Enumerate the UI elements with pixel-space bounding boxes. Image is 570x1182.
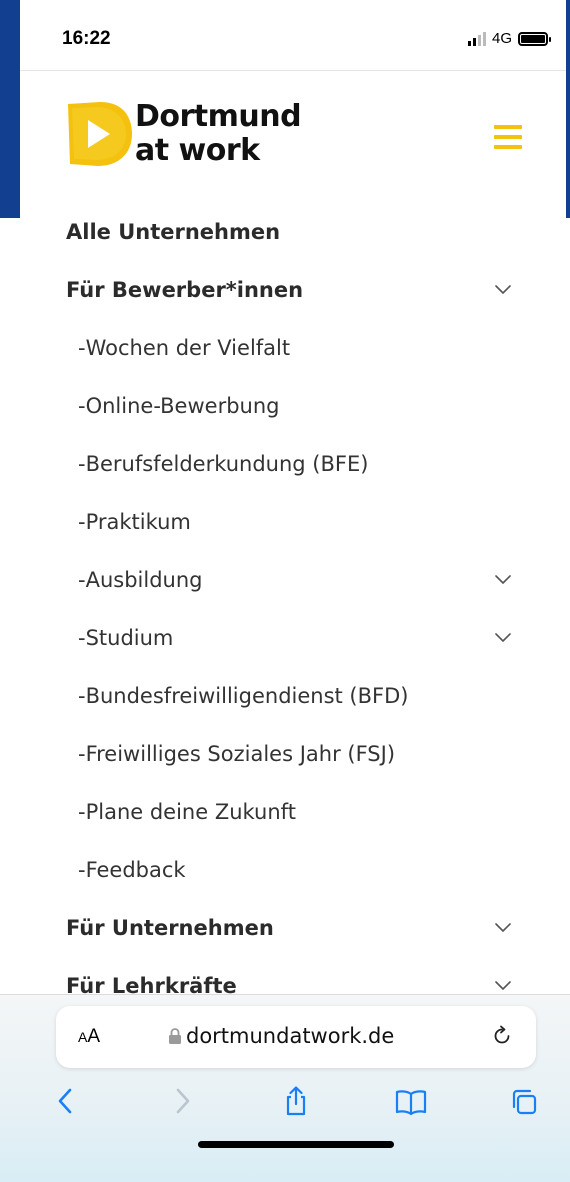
menu-item-label: Freiwilliges Soziales Jahr (FSJ) [85,742,396,766]
menu-item-1[interactable]: Für Bewerber*innen [0,270,570,310]
menu-item-10[interactable]: - Plane deine Zukunft [0,792,570,832]
signal-icon [467,31,486,46]
status-bar: 16:22 4G [20,18,566,58]
menu-item-9[interactable]: - Freiwilliges Soziales Jahr (FSJ) [0,734,570,774]
tabs-icon[interactable] [510,1086,538,1116]
menu-item-7[interactable]: - Studium [0,618,570,658]
home-indicator [198,1141,394,1148]
address-bar[interactable]: AA dortmundatwork.de [56,1006,536,1068]
menu-item-prefix: - [78,568,86,592]
chevron-down-icon[interactable] [494,980,512,992]
lock-icon [169,1028,181,1044]
menu-item-6[interactable]: - Ausbildung [0,560,570,600]
menu-item-5[interactable]: - Praktikum [0,502,570,542]
network-type: 4G [491,30,512,47]
chevron-down-icon[interactable] [494,922,512,934]
battery-icon [518,31,551,46]
url-text: dortmundatwork.de [186,1024,395,1048]
back-icon[interactable] [52,1086,80,1116]
menu-item-3[interactable]: - Online-Bewerbung [0,386,570,426]
chevron-down-icon[interactable] [494,574,512,586]
header-divider [20,70,566,71]
forward-icon[interactable] [168,1086,196,1116]
menu-item-8[interactable]: - Bundesfreiwilligendienst (BFD) [0,676,570,716]
text-size-button[interactable]: AA [78,1026,100,1048]
menu-item-label: Online-Bewerbung [85,394,280,418]
menu-item-prefix: - [78,510,86,534]
menu-item-2[interactable]: - Wochen der Vielfalt [0,328,570,368]
menu-item-label: Plane deine Zukunft [85,800,296,824]
logo-wordmark[interactable]: Dortmund at work [135,99,302,168]
menu-item-prefix: - [78,336,86,360]
chevron-down-icon[interactable] [494,284,512,296]
menu-item-label: Berufsfelderkundung (BFE) [85,452,369,476]
share-icon[interactable] [282,1086,310,1116]
menu-item-label: Wochen der Vielfalt [85,336,291,360]
menu-item-prefix: - [78,452,86,476]
menu-item-label: Praktikum [85,510,191,534]
menu-item-prefix: - [78,858,86,882]
menu-item-0[interactable]: Alle Unternehmen [0,212,570,252]
menu-item-label: Für Unternehmen [66,916,274,940]
menu-item-prefix: - [78,626,86,650]
menu-toggle-icon[interactable] [494,125,522,149]
status-time: 16:22 [62,28,111,49]
menu-item-prefix: - [78,394,86,418]
dortmund-at-work-logo-icon[interactable] [66,98,134,170]
menu-item-11[interactable]: - Feedback [0,850,570,890]
menu-item-label: Alle Unternehmen [66,220,281,244]
menu-item-label: Ausbildung [85,568,203,592]
menu-item-prefix: - [78,800,86,824]
status-indicators: 4G [467,30,551,47]
menu-item-12[interactable]: Für Unternehmen [0,908,570,948]
menu-item-prefix: - [78,742,86,766]
menu-item-label: Bundesfreiwilligendienst (BFD) [85,684,409,708]
menu-item-label: Studium [85,626,174,650]
logo-line-2: at work [135,133,260,168]
chevron-down-icon[interactable] [494,632,512,644]
url-display[interactable]: dortmundatwork.de [168,1024,394,1048]
menu-item-label: Für Bewerber*innen [66,278,304,302]
menu-item-prefix: - [78,684,86,708]
bookmarks-icon[interactable] [394,1086,428,1116]
menu-item-4[interactable]: - Berufsfelderkundung (BFE) [0,444,570,484]
menu-item-label: Feedback [85,858,186,882]
logo-line-1: Dortmund [135,99,302,134]
reload-icon[interactable] [490,1024,514,1048]
